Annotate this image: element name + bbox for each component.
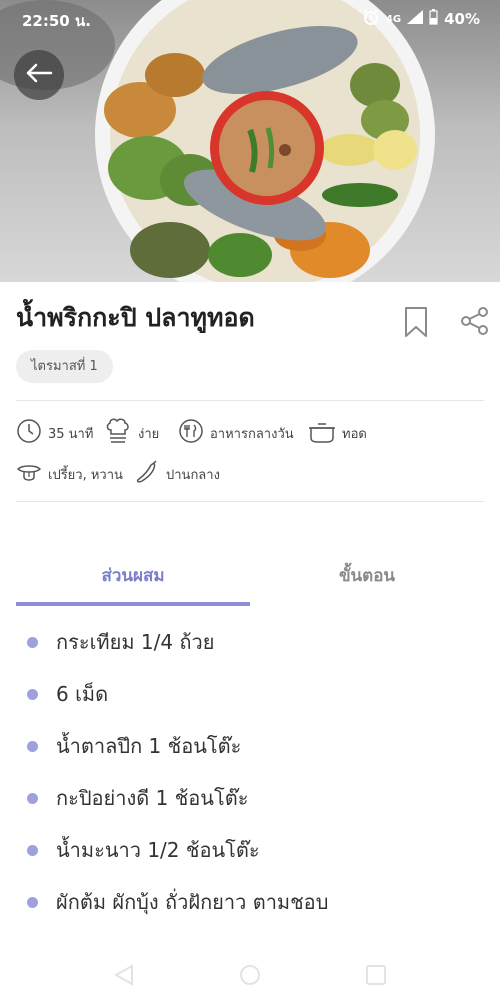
bullet-icon	[27, 689, 38, 700]
ingredient-text: 6 เม็ด	[56, 682, 109, 706]
tab-active-indicator	[16, 602, 250, 606]
list-item: กะปิอย่างดี 1 ช้อนโต๊ะ	[0, 772, 500, 824]
quarter-tag[interactable]: ไตรมาสที่ 1	[16, 350, 113, 383]
meta-spiciness-value: ปานกลาง	[166, 467, 220, 483]
list-item: 6 เม็ด	[0, 668, 500, 720]
chef-hat-icon	[104, 416, 138, 450]
ingredient-text: น้ำตาลปึก 1 ช้อนโต๊ะ	[56, 734, 242, 758]
ingredient-text: น้ำมะนาว 1/2 ช้อนโต๊ะ	[56, 838, 260, 862]
status-time: 22:50 น.	[22, 12, 91, 30]
bullet-icon	[27, 897, 38, 908]
divider	[16, 400, 484, 401]
tab-steps[interactable]: ขั้นตอน	[250, 562, 484, 589]
clock-icon	[16, 418, 48, 448]
meta-taste: เปรี้ยว, หวาน	[16, 459, 123, 489]
ingredient-text: กระเทียม 1/4 ถ้วย	[56, 630, 215, 654]
meta-time-value: 35 นาที	[48, 426, 94, 442]
meta-taste-value: เปรี้ยว, หวาน	[48, 467, 123, 483]
ingredient-text: ผักต้ม ผักบุ้ง ถั่วฝักยาว ตามชอบ	[56, 890, 329, 914]
meta-meal: อาหารกลางวัน	[178, 418, 294, 448]
ingredient-list: กระเทียม 1/4 ถ้วย 6 เม็ด น้ำตาลปึก 1 ช้อ…	[0, 616, 500, 928]
food-photo	[0, 0, 435, 282]
recipe-title: น้ำพริกกะปิ ปลาทูทอด	[16, 303, 255, 332]
ingredient-text: กะปิอย่างดี 1 ช้อนโต๊ะ	[56, 786, 249, 810]
bullet-icon	[27, 741, 38, 752]
nav-home-icon[interactable]	[238, 963, 262, 991]
tab-ingredients[interactable]: ส่วนผสม	[16, 562, 250, 589]
meta-difficulty: ง่าย	[104, 416, 159, 450]
meta-spiciness: ปานกลาง	[134, 459, 220, 489]
list-item: น้ำมะนาว 1/2 ช้อนโต๊ะ	[0, 824, 500, 876]
back-arrow-icon	[25, 63, 53, 87]
bullet-icon	[27, 793, 38, 804]
pot-icon	[308, 418, 342, 448]
chili-icon	[134, 459, 166, 489]
list-item: กระเทียม 1/4 ถ้วย	[0, 616, 500, 668]
back-button[interactable]	[14, 50, 64, 100]
status-bar: 22:50 น. 4G 40%	[0, 0, 500, 36]
meta-difficulty-value: ง่าย	[138, 426, 160, 442]
share-icon[interactable]	[460, 306, 490, 340]
signal-icon	[407, 10, 424, 28]
alarm-icon	[362, 8, 380, 30]
divider	[16, 501, 484, 502]
bullet-icon	[27, 637, 38, 648]
nav-recents-icon[interactable]	[364, 963, 388, 991]
meta-method: ทอด	[308, 418, 367, 448]
bookmark-icon[interactable]	[404, 306, 428, 342]
battery-icon	[429, 9, 438, 29]
system-nav-bar	[0, 955, 500, 1000]
tongue-icon	[16, 459, 48, 489]
list-item: น้ำตาลปึก 1 ช้อนโต๊ะ	[0, 720, 500, 772]
meta-method-value: ทอด	[342, 426, 367, 442]
list-item: ผักต้ม ผักบุ้ง ถั่วฝักยาว ตามชอบ	[0, 876, 500, 928]
bullet-icon	[27, 845, 38, 856]
nav-back-icon[interactable]	[112, 963, 136, 991]
meta-meal-value: อาหารกลางวัน	[210, 426, 294, 442]
battery-percent: 40%	[444, 10, 480, 28]
hero-food-image: 22:50 น. 4G 40%	[0, 0, 500, 282]
utensils-icon	[178, 418, 210, 448]
meta-time: 35 นาที	[16, 418, 93, 448]
network-label: 4G	[385, 13, 402, 25]
